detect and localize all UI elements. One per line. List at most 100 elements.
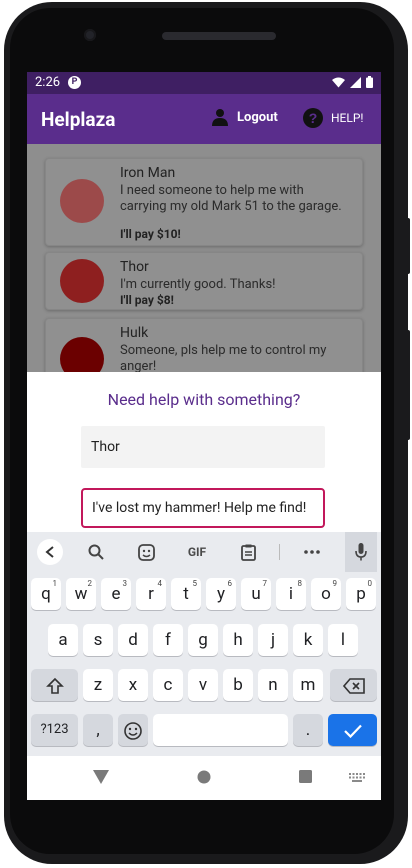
key-label: d [128,630,138,650]
key-s[interactable]: s [83,624,113,656]
key-hint: 0 [367,579,373,588]
app-bar: Helplaza Logout ? HELP! [27,94,381,144]
sticker-icon[interactable] [135,540,157,564]
search-icon[interactable] [85,540,107,564]
help-icon: ? [303,108,323,128]
wifi-icon [332,77,345,87]
key-x[interactable]: x [118,669,148,701]
more-icon[interactable] [301,540,323,564]
mic-icon[interactable] [345,532,377,572]
request-field[interactable]: I've lost my hammer! Help me find! [81,488,325,528]
key-label: n [268,675,278,695]
key-label: x [128,675,138,695]
key-u[interactable]: u7 [241,578,271,610]
name-field[interactable]: Thor [81,426,325,468]
key-c[interactable]: c [153,669,183,701]
key-label: b [233,675,243,695]
help-button[interactable]: ? HELP! [303,108,364,128]
notification-app-icon: P [68,76,81,89]
backspace-key[interactable] [330,669,377,701]
key-label: h [233,630,243,650]
key-d[interactable]: d [118,624,148,656]
space-key[interactable] [153,714,288,746]
earpiece-speaker [162,32,276,40]
key-a[interactable]: a [48,624,78,656]
power-button [404,218,410,274]
key-q[interactable]: q1 [31,578,61,610]
request-list: Iron Man I need someone to help me with … [27,144,381,372]
key-r[interactable]: r4 [136,578,166,610]
request-card[interactable]: Hulk Someone, pls help me to control my … [45,318,363,372]
key-label: e [111,584,121,604]
key-label: o [321,584,331,604]
key-l[interactable]: l [328,624,358,656]
key-label: j [270,630,276,650]
help-request-sheet: Need help with something? Thor I've lost… [27,372,381,532]
key-v[interactable]: v [188,669,218,701]
key-e[interactable]: e3 [101,578,131,610]
toolbar-divider [279,544,280,560]
key-label: c [163,675,173,695]
person-icon [212,109,228,126]
key-label: f [165,630,171,650]
key-y[interactable]: y6 [206,578,236,610]
key-h[interactable]: h [223,624,253,656]
key-hint: 8 [297,579,303,588]
key-label: v [198,675,208,695]
logout-button[interactable]: Logout [211,108,278,126]
key-hint: 2 [87,579,93,588]
key-t[interactable]: t5 [171,578,201,610]
system-icons [332,76,373,88]
key-g[interactable]: g [188,624,218,656]
backspace-icon [342,677,365,694]
gif-button[interactable]: GIF [181,540,213,564]
keyboard: GIF q1 w2 e3 r4 t5 y6 u7 i8 o9 p0 a s d … [27,532,381,756]
key-label: z [93,675,103,695]
key-k[interactable]: k [293,624,323,656]
key-j[interactable]: j [258,624,288,656]
key-p[interactable]: p0 [346,578,376,610]
key-label: m [300,675,316,695]
key-label: t [183,584,189,604]
screen: 2:26 P Helplaza Logout ? HELP! Iron Man … [27,72,381,800]
key-label: w [74,584,88,604]
avatar [60,337,104,372]
sheet-heading: Need help with something? [107,390,301,409]
key-label: p [356,584,366,604]
key-i[interactable]: i8 [276,578,306,610]
check-icon [343,724,362,738]
key-w[interactable]: w2 [66,578,96,610]
request-card[interactable]: Iron Man I need someone to help me with … [45,158,363,246]
help-label: HELP! [331,111,364,125]
shift-key[interactable] [31,669,78,701]
home-icon[interactable] [197,770,211,784]
key-o[interactable]: o9 [311,578,341,610]
emoji-key[interactable] [118,714,148,746]
shift-icon [45,677,64,694]
emoji-icon [124,721,142,740]
status-time: 2:26 [35,75,61,90]
comma-key[interactable]: , [83,714,113,746]
enter-key[interactable] [328,714,377,746]
keyboard-switch-icon[interactable] [349,773,365,782]
request-card[interactable]: Thor I'm currently good. Thanks! I'll pa… [45,252,363,310]
key-n[interactable]: n [258,669,288,701]
period-key[interactable]: . [293,714,323,746]
symbols-key[interactable]: ?123 [31,714,78,746]
back-arrow-icon[interactable] [37,539,63,565]
key-hint: 4 [157,579,163,588]
key-z[interactable]: z [83,669,113,701]
recents-icon[interactable] [299,770,312,783]
clipboard-icon[interactable] [237,540,259,564]
key-label: y [216,584,226,604]
key-hint: 1 [52,579,58,588]
key-hint: 6 [227,579,233,588]
key-label: a [58,630,68,650]
app-title: Helplaza [41,108,116,131]
key-b[interactable]: b [223,669,253,701]
key-f[interactable]: f [153,624,183,656]
key-m[interactable]: m [293,669,323,701]
back-icon[interactable] [93,770,109,784]
request-pay: I'll pay $8! [120,293,174,307]
key-hint: 3 [122,579,128,588]
